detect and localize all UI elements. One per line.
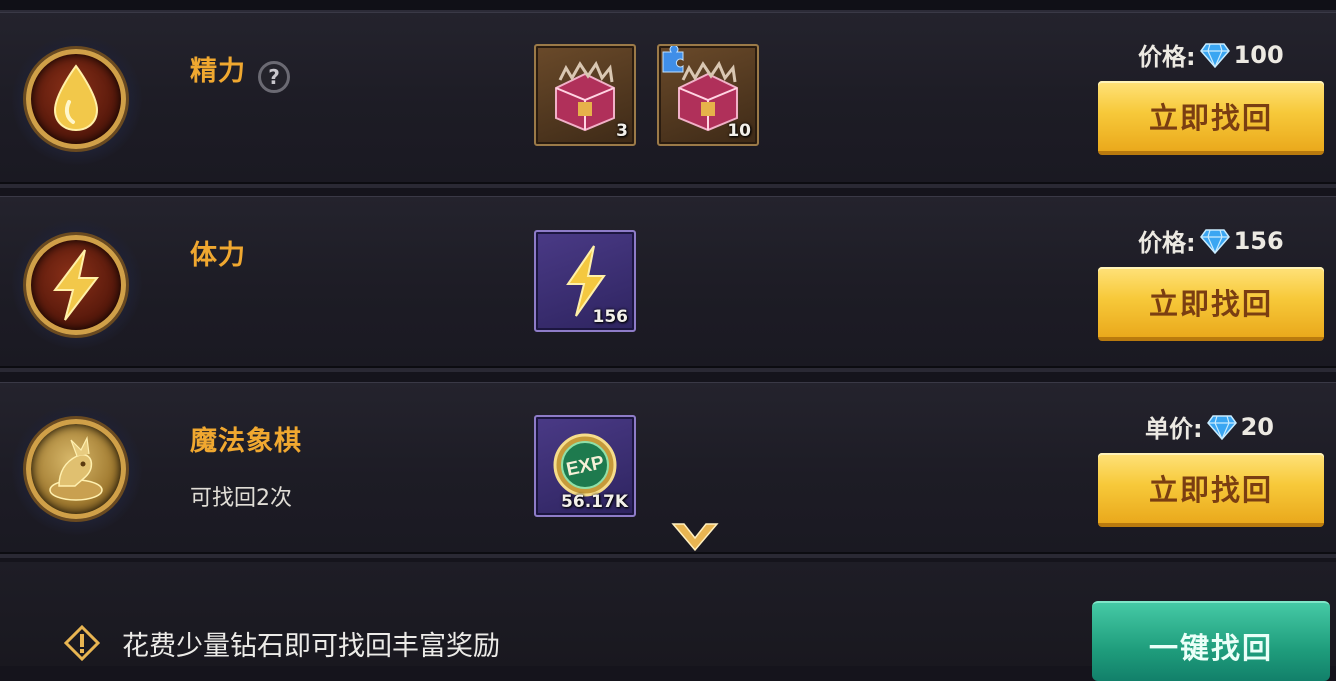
recovery-row-stamina: 体力 156 价格: 156 立即找回 (0, 196, 1336, 372)
item-count: 3 (616, 121, 628, 141)
diamond-icon (1199, 42, 1230, 68)
help-icon[interactable]: ? (258, 61, 290, 93)
recovery-row-magic-chess: 魔法象棋 可找回2次 EXP 56.17K 单价: 20 立即找回 (0, 382, 1336, 558)
price-label: 价格: (1138, 229, 1196, 257)
chevron-down-icon[interactable] (670, 520, 720, 556)
stamina-lightning-icon (26, 235, 126, 335)
price-display: 价格: 156 (1138, 223, 1284, 258)
recover-button[interactable]: 立即找回 (1098, 81, 1324, 155)
reward-item-chest-fragment[interactable]: 10 (657, 44, 759, 146)
diamond-icon (1199, 228, 1230, 254)
recovery-row-energy: 精力 ? 3 10 价格: 100 立即找回 (0, 12, 1336, 188)
diamond-icon (1206, 414, 1237, 440)
recover-button[interactable]: 立即找回 (1098, 453, 1324, 527)
price-value: 20 (1240, 412, 1275, 441)
price-display: 价格: 100 (1138, 37, 1284, 72)
price-label: 价格: (1138, 43, 1196, 71)
warning-icon (64, 625, 100, 661)
price-display: 单价: 20 (1145, 409, 1274, 444)
energy-drop-icon (26, 49, 126, 149)
row-title: 魔法象棋 (190, 426, 302, 457)
recover-times-text: 可找回2次 (190, 486, 292, 511)
item-count: 156 (592, 307, 629, 327)
row-title: 体力 (190, 240, 246, 271)
reward-item-stamina[interactable]: 156 (534, 230, 636, 332)
item-count: 10 (727, 121, 751, 141)
recover-all-button[interactable]: 一键找回 (1092, 601, 1330, 681)
item-count: 56.17K (561, 492, 628, 512)
footer-tip: 花费少量钻石即可找回丰富奖励 (122, 631, 500, 662)
recover-button[interactable]: 立即找回 (1098, 267, 1324, 341)
price-value: 100 (1233, 40, 1284, 69)
magic-chess-dragon-icon (26, 419, 126, 519)
reward-item-chest[interactable]: 3 (534, 44, 636, 146)
reward-item-exp[interactable]: EXP 56.17K (534, 415, 636, 517)
price-value: 156 (1233, 226, 1284, 255)
top-divider (0, 0, 1336, 12)
price-label: 单价: (1145, 415, 1203, 443)
row-title: 精力 (190, 56, 246, 87)
